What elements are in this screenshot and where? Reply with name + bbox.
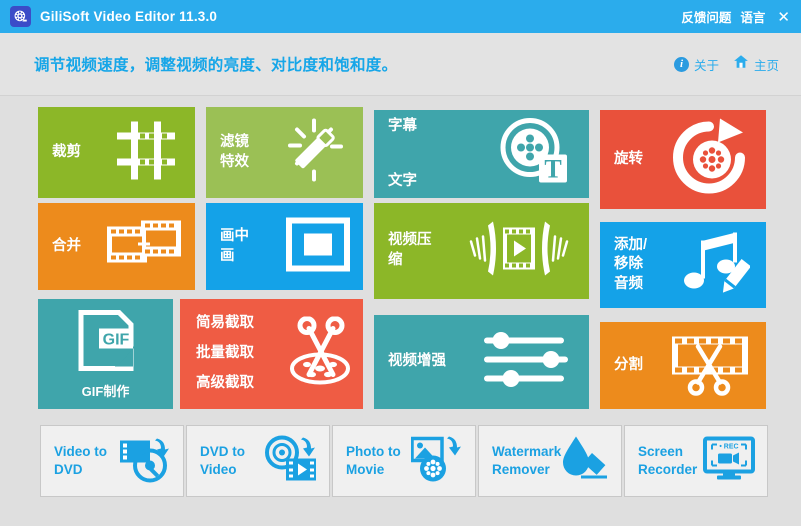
tile-picture-in-picture-label: 画中 画 — [220, 227, 249, 264]
film-reel-icon — [10, 6, 31, 27]
tile-rotate[interactable]: 旋转 — [600, 110, 766, 209]
svg-text:• REC: • REC — [719, 444, 738, 451]
tile-video-compress-label: 视频压 缩 — [388, 232, 432, 268]
water-drop-eraser-icon — [559, 435, 609, 488]
tile-subtitle-text-label: 字幕 文字 — [388, 117, 417, 189]
scissors-reel-icon — [285, 316, 355, 392]
tile-video-compress[interactable]: 视频压 缩 — [374, 203, 589, 299]
tile-crop[interactable]: 裁剪 — [38, 107, 195, 198]
tile-add-remove-audio-label: 添加/ 移除 音频 — [614, 236, 648, 292]
help-actions: i 关于 主页 — [673, 54, 779, 74]
film-crop-icon — [109, 113, 183, 192]
svg-text:T: T — [544, 155, 561, 184]
rotate-reel-icon — [668, 116, 750, 203]
tile-split-label: 分割 — [614, 356, 643, 373]
bottom-tile-watermark-remover[interactable]: Watermark Remover — [478, 425, 622, 497]
feedback-link[interactable]: 反馈问题 — [681, 7, 731, 26]
tile-rotate-label: 旋转 — [614, 150, 643, 167]
tile-gif-maker[interactable]: GIF制作 GIF — [38, 299, 173, 409]
film-scissors-icon — [668, 330, 752, 401]
svg-text:GIF: GIF — [102, 332, 129, 349]
app-window: GiliSoft Video Editor 11.3.0 反馈问题 语言 ✕ 调… — [0, 0, 801, 526]
title-bar: GiliSoft Video Editor 11.3.0 反馈问题 语言 ✕ — [0, 0, 801, 33]
tile-subtitle-text[interactable]: 字幕 文字 T — [374, 110, 589, 198]
tile-gif-maker-label: GIF制作 — [81, 384, 130, 400]
film-disc-icon — [119, 435, 171, 488]
gif-file-icon: GIF — [75, 309, 137, 378]
bottom-tile-screen-recorder[interactable]: Screen Recorder • REC — [624, 425, 768, 497]
home-button[interactable]: 主页 — [733, 54, 779, 74]
photo-reel-icon — [410, 435, 463, 488]
about-label: 关于 — [693, 58, 719, 73]
music-note-edit-icon — [678, 227, 752, 304]
bottom-tile-video-to-dvd[interactable]: Video to DVD — [40, 425, 184, 497]
bottom-tile-photo-to-movie[interactable]: Photo to Movie — [332, 425, 476, 497]
monitor-rec-icon: • REC — [703, 436, 755, 486]
bottom-tile-photo-to-movie-label: Photo to Movie — [346, 443, 401, 477]
tile-cut-options[interactable]: 简易截取 批量截取 高级截取 — [180, 299, 363, 409]
page-description: 调节视频速度，调整视频的亮度、对比度和饱和度。 — [34, 57, 398, 74]
tile-merge-label: 合并 — [52, 237, 81, 254]
info-icon: i — [673, 56, 689, 72]
sliders-icon — [483, 330, 569, 395]
tile-filter-effects[interactable]: 滤镜 特效 — [206, 107, 363, 198]
bottom-tile-video-to-dvd-label: Video to DVD — [54, 443, 108, 477]
bottom-tile-screen-recorder-label: Screen Recorder — [638, 443, 698, 477]
tile-filter-effects-label: 滤镜 特效 — [220, 133, 249, 170]
home-icon — [733, 54, 749, 74]
reel-text-icon: T — [497, 115, 571, 194]
app-title: GiliSoft Video Editor 11.3.0 — [40, 9, 218, 24]
tile-cut-options-label: 简易截取 批量截取 高级截取 — [196, 315, 254, 391]
bottom-tile-watermark-remover-label: Watermark Remover — [492, 443, 562, 477]
tile-video-enhance[interactable]: 视频增强 — [374, 315, 589, 409]
tile-add-remove-audio[interactable]: 添加/ 移除 音频 — [600, 222, 766, 308]
home-label: 主页 — [753, 58, 779, 73]
tile-video-enhance-label: 视频增强 — [388, 353, 446, 370]
description-bar: 调节视频速度，调整视频的亮度、对比度和饱和度。 i 关于 主页 — [0, 33, 801, 96]
language-link[interactable]: 语言 — [740, 7, 765, 26]
tile-picture-in-picture[interactable]: 画中 画 — [206, 203, 363, 290]
bottom-tile-dvd-to-video[interactable]: DVD to Video — [186, 425, 330, 497]
picture-in-picture-icon — [285, 215, 351, 278]
compress-film-icon — [467, 214, 571, 289]
about-button[interactable]: i 关于 — [673, 55, 719, 74]
title-bar-actions: 反馈问题 语言 ✕ — [681, 7, 790, 26]
film-merge-icon — [105, 216, 183, 277]
close-icon[interactable]: ✕ — [774, 8, 790, 26]
disc-film-icon — [265, 435, 317, 488]
tile-crop-label: 裁剪 — [52, 143, 81, 160]
magic-wand-icon — [275, 115, 351, 190]
tile-merge[interactable]: 合并 — [38, 203, 195, 290]
tile-split[interactable]: 分割 — [600, 322, 766, 409]
bottom-tile-dvd-to-video-label: DVD to Video — [200, 443, 245, 477]
